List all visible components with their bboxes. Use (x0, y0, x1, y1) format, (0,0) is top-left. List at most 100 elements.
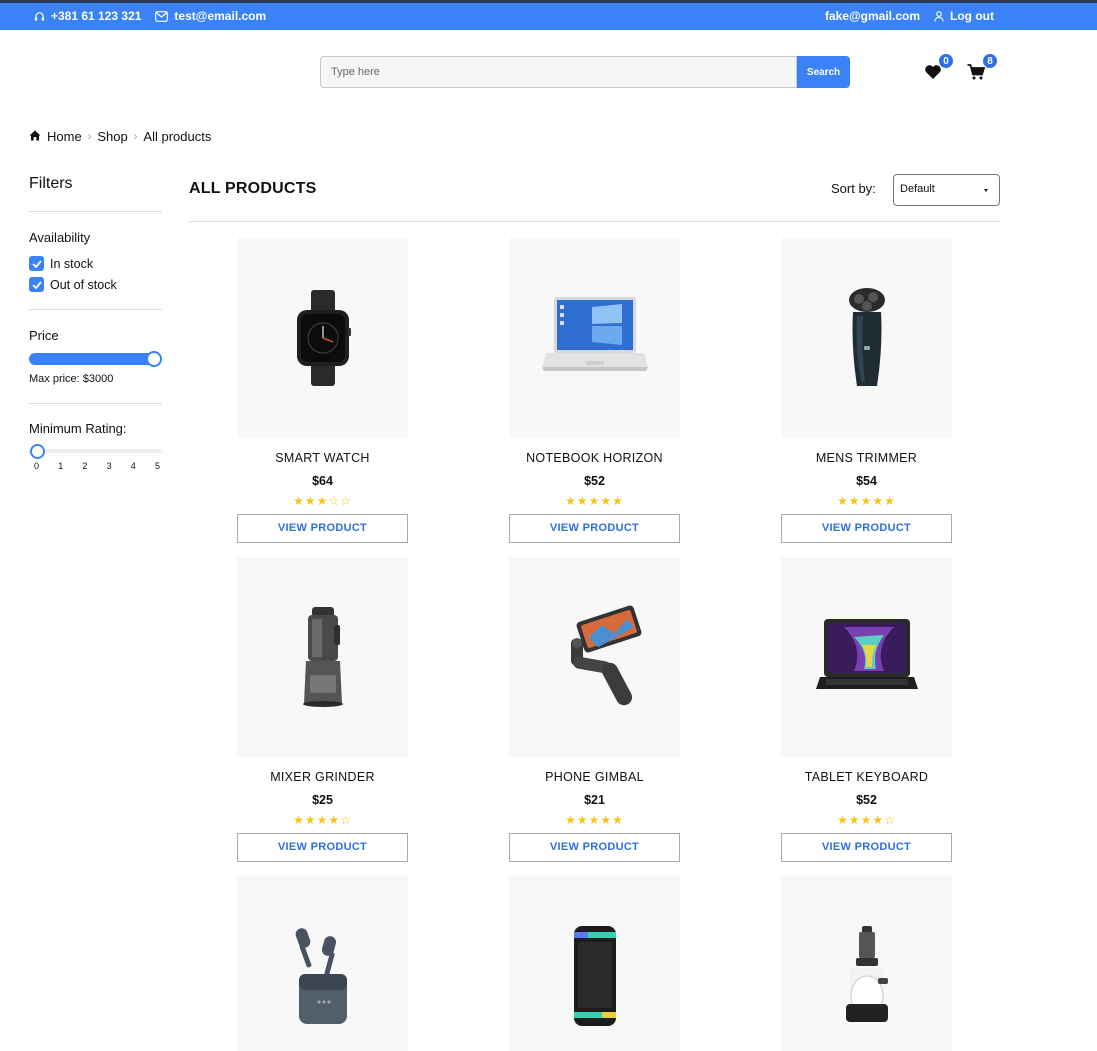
headset-icon (34, 11, 45, 22)
speaker-image (573, 926, 616, 1026)
star-empty-icon: ☆ (340, 813, 352, 827)
user-icon (934, 10, 944, 22)
view-product-button[interactable]: VIEW PRODUCT (509, 833, 680, 862)
star-filled-icon: ★ (316, 813, 329, 827)
wishlist-button[interactable]: 0 (924, 53, 954, 85)
rating-tick: 2 (82, 461, 88, 471)
product-image[interactable] (781, 876, 952, 1051)
breadcrumb-current: All products (143, 129, 212, 144)
out-of-stock-checkbox-row[interactable]: Out of stock (29, 274, 162, 295)
star-filled-icon: ★ (565, 813, 577, 827)
cart-button[interactable]: 8 (967, 53, 998, 85)
logout-link[interactable]: Log out (934, 9, 994, 23)
price-slider[interactable] (29, 351, 162, 367)
product-image[interactable] (237, 876, 408, 1051)
tablet-keyboard-image (815, 619, 918, 689)
product-name: TABLET KEYBOARD (804, 770, 929, 784)
price-title: Price (29, 328, 59, 343)
price-slider-track (29, 353, 162, 365)
star-empty-icon: ☆ (328, 494, 341, 508)
star-filled-icon: ★ (860, 813, 873, 827)
star-filled-icon: ★ (588, 494, 601, 508)
view-product-button[interactable]: VIEW PRODUCT (237, 514, 408, 543)
out-of-stock-label: Out of stock (50, 277, 117, 292)
star-filled-icon: ★ (872, 494, 885, 508)
logout-label: Log out (950, 9, 994, 23)
star-filled-icon: ★ (588, 813, 601, 827)
star-filled-icon: ★ (612, 813, 624, 827)
rating-slider-handle[interactable] (30, 444, 45, 459)
laptop-image (541, 297, 648, 371)
page-title: ALL PRODUCTS (189, 180, 317, 197)
cart-icon (967, 64, 986, 84)
product-rating-stars: ★★★★★ (509, 813, 680, 827)
product-card (509, 876, 680, 1051)
product-name: SMART WATCH (275, 451, 370, 465)
product-image[interactable] (781, 557, 952, 757)
divider (29, 211, 162, 212)
sort-label: Sort by: (831, 181, 876, 196)
home-icon (29, 129, 41, 144)
product-image[interactable] (509, 876, 680, 1051)
rating-slider[interactable] (29, 444, 162, 459)
product-name: MENS TRIMMER (815, 451, 918, 465)
product-image[interactable] (509, 557, 680, 757)
search-bar: Search (320, 56, 850, 88)
availability-title: Availability (29, 230, 91, 245)
gimbal-image (570, 605, 641, 706)
cart-count-badge: 8 (982, 53, 998, 69)
search-input[interactable] (320, 56, 797, 88)
product-rating-stars: ★★★★★ (509, 494, 680, 508)
view-product-button[interactable]: VIEW PRODUCT (781, 833, 952, 862)
breadcrumb-shop[interactable]: Shop (97, 129, 127, 144)
view-product-button[interactable]: VIEW PRODUCT (509, 514, 680, 543)
header: Search 0 8 (0, 30, 1097, 110)
product-price: $21 (584, 793, 605, 807)
phone-text: +381 61 123 321 (51, 9, 142, 23)
search-button[interactable]: Search (797, 56, 850, 88)
product-price: $52 (584, 474, 605, 488)
email-contact[interactable]: test@email.com (155, 9, 266, 23)
product-card (237, 876, 408, 1051)
chevron-right-icon: › (87, 130, 92, 143)
in-stock-checkbox[interactable] (29, 256, 44, 271)
out-of-stock-checkbox[interactable] (29, 277, 44, 292)
product-image[interactable] (237, 557, 408, 757)
juicer-image (845, 926, 888, 1022)
product-rating-stars: ★★★★★ (781, 494, 952, 508)
product-image[interactable] (509, 238, 680, 438)
smartwatch-image (296, 290, 351, 386)
rating-tick: 4 (130, 461, 136, 471)
star-empty-icon: ☆ (340, 494, 352, 508)
star-filled-icon: ★ (304, 494, 317, 508)
minimum-rating-title: Minimum Rating: (29, 421, 127, 436)
star-filled-icon: ★ (848, 813, 861, 827)
rating-tick: 0 (34, 461, 40, 471)
product-image[interactable] (237, 238, 408, 438)
heart-icon (924, 65, 942, 84)
sort-select[interactable]: Default (893, 174, 1000, 206)
product-card: PHONE GIMBAL $21 ★★★★★ VIEW PRODUCT (509, 557, 680, 862)
breadcrumb-home[interactable]: Home (47, 129, 82, 144)
rating-tick: 1 (58, 461, 64, 471)
view-product-button[interactable]: VIEW PRODUCT (237, 833, 408, 862)
breadcrumb: Home › Shop › All products (29, 129, 211, 144)
product-name: MIXER GRINDER (270, 770, 375, 784)
product-card (781, 876, 952, 1051)
price-slider-handle[interactable] (146, 351, 162, 367)
divider (189, 221, 1000, 222)
star-filled-icon: ★ (612, 494, 624, 508)
star-filled-icon: ★ (304, 813, 317, 827)
wishlist-count-badge: 0 (938, 53, 954, 69)
filters-title: Filters (29, 175, 73, 192)
product-image[interactable] (781, 238, 952, 438)
in-stock-checkbox-row[interactable]: In stock (29, 253, 162, 274)
star-filled-icon: ★ (837, 494, 849, 508)
view-product-button[interactable]: VIEW PRODUCT (781, 514, 952, 543)
rating-tick: 3 (106, 461, 112, 471)
star-filled-icon: ★ (837, 813, 849, 827)
email-text: test@email.com (174, 9, 267, 23)
mixer-image (302, 607, 343, 707)
phone-contact[interactable]: +381 61 123 321 (34, 9, 141, 23)
in-stock-label: In stock (50, 256, 94, 271)
